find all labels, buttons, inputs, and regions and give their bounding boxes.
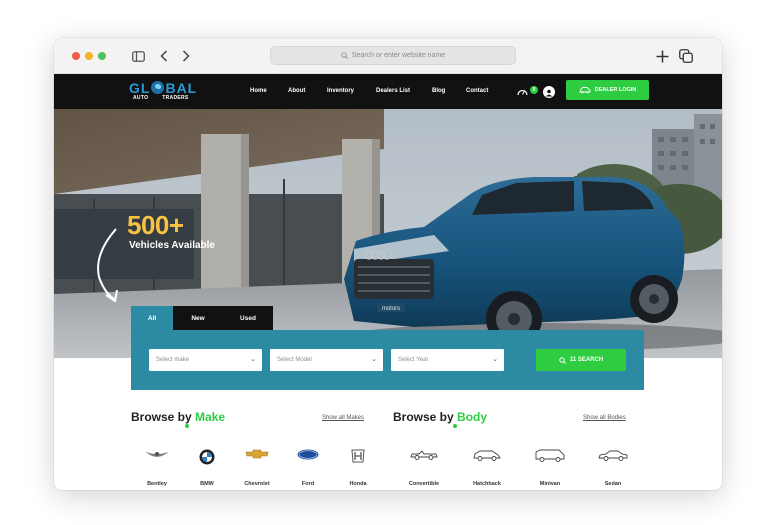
body-label-hatchback: Hatchback: [473, 481, 501, 487]
chevron-down-icon: ⌄: [492, 356, 498, 363]
brand-label-bentley: Bentley: [147, 481, 167, 487]
ford-logo-icon: [297, 449, 319, 460]
address-bar[interactable]: Search or enter website name: [270, 46, 516, 65]
select-model-dropdown[interactable]: Select Model ⌄: [270, 349, 383, 371]
browser-toolbar: Search or enter website name: [54, 38, 722, 74]
vehicle-count: 500+: [127, 210, 184, 240]
tab-overview-icon[interactable]: [676, 46, 696, 66]
maximize-window-button[interactable]: [98, 52, 106, 60]
vehicle-count-label: Vehicles Available: [129, 240, 215, 251]
title-accent-mark: [453, 424, 457, 428]
hatchback-car-icon: [473, 450, 501, 461]
bmw-logo-icon: [199, 449, 215, 465]
select-year-dropdown[interactable]: Select Year ⌄: [391, 349, 504, 371]
close-window-button[interactable]: [72, 52, 80, 60]
logo-wordmark: GL BAL: [129, 80, 198, 96]
minimize-window-button[interactable]: [85, 52, 93, 60]
nav-inventory[interactable]: Inventory: [327, 88, 354, 94]
convertible-car-icon: [410, 450, 438, 460]
brand-label-chevrolet: Chevrolet: [244, 481, 270, 487]
logo-subtitle: AUTO TRADERS: [133, 95, 189, 101]
header-icons: 0: [517, 84, 557, 100]
chevron-down-icon: ⌄: [250, 356, 256, 363]
globe-icon: [151, 81, 165, 94]
bentley-logo-icon: [145, 452, 169, 457]
dealer-login-button[interactable]: DEALER LOGIN: [566, 80, 649, 100]
title-accent-mark: [185, 424, 189, 428]
tab-all[interactable]: All: [131, 306, 173, 330]
address-placeholder: Search or enter website name: [351, 52, 446, 59]
show-all-bodies-link[interactable]: Show all Bodies: [583, 415, 626, 421]
nav-contact[interactable]: Contact: [466, 88, 488, 94]
brand-label-honda: Honda: [349, 481, 367, 487]
select-make-dropdown[interactable]: Select make ⌄: [149, 349, 262, 371]
chevrolet-logo-icon: [245, 449, 269, 459]
browse-by-body-title: Browse by Body: [393, 410, 488, 424]
honda-logo-icon: [351, 449, 365, 463]
forward-arrow-icon[interactable]: [176, 46, 196, 66]
browse-by-make-title: Browse by Make: [131, 410, 226, 424]
site-header: GL BAL AUTO TRADERS Home About Inventory D…: [54, 74, 722, 109]
nav-blog[interactable]: Blog: [432, 88, 445, 94]
brand-label-ford: Ford: [301, 481, 315, 487]
vehicle-search-panel: Select make ⌄ Select Model ⌄ Select Year…: [131, 330, 644, 390]
speedometer-icon[interactable]: [517, 87, 528, 96]
user-avatar-icon[interactable]: [543, 86, 555, 98]
tab-used[interactable]: Used: [223, 306, 273, 330]
sidebar-toggle-icon[interactable]: [128, 46, 148, 66]
back-arrow-icon[interactable]: [154, 46, 174, 66]
brand-label-bmw: BMW: [200, 481, 214, 487]
search-icon: [341, 52, 348, 59]
search-tabs: All New Used: [131, 306, 273, 330]
minivan-icon: [535, 449, 565, 462]
car-key-icon: [579, 87, 591, 94]
body-label-minivan: Minivan: [539, 481, 561, 487]
chevron-down-icon: ⌄: [371, 356, 377, 363]
new-tab-plus-icon[interactable]: [652, 46, 672, 66]
nav-about[interactable]: About: [288, 88, 305, 94]
nav-dealers-list[interactable]: Dealers List: [376, 88, 410, 94]
tab-new[interactable]: New: [173, 306, 223, 330]
search-button[interactable]: 11 SEARCH: [536, 349, 626, 371]
search-icon: [559, 356, 566, 364]
browser-window: Search or enter website name GL BAL AUTO T…: [54, 38, 722, 490]
body-label-convertible: Convertible: [408, 481, 440, 487]
sedan-car-icon: [598, 450, 628, 461]
notification-badge: 0: [530, 86, 538, 94]
nav-home[interactable]: Home: [250, 88, 267, 94]
site-logo[interactable]: GL BAL AUTO TRADERS: [129, 80, 221, 104]
body-label-sedan: Sedan: [604, 481, 622, 487]
show-all-makes-link[interactable]: Show all Makes: [322, 415, 364, 421]
